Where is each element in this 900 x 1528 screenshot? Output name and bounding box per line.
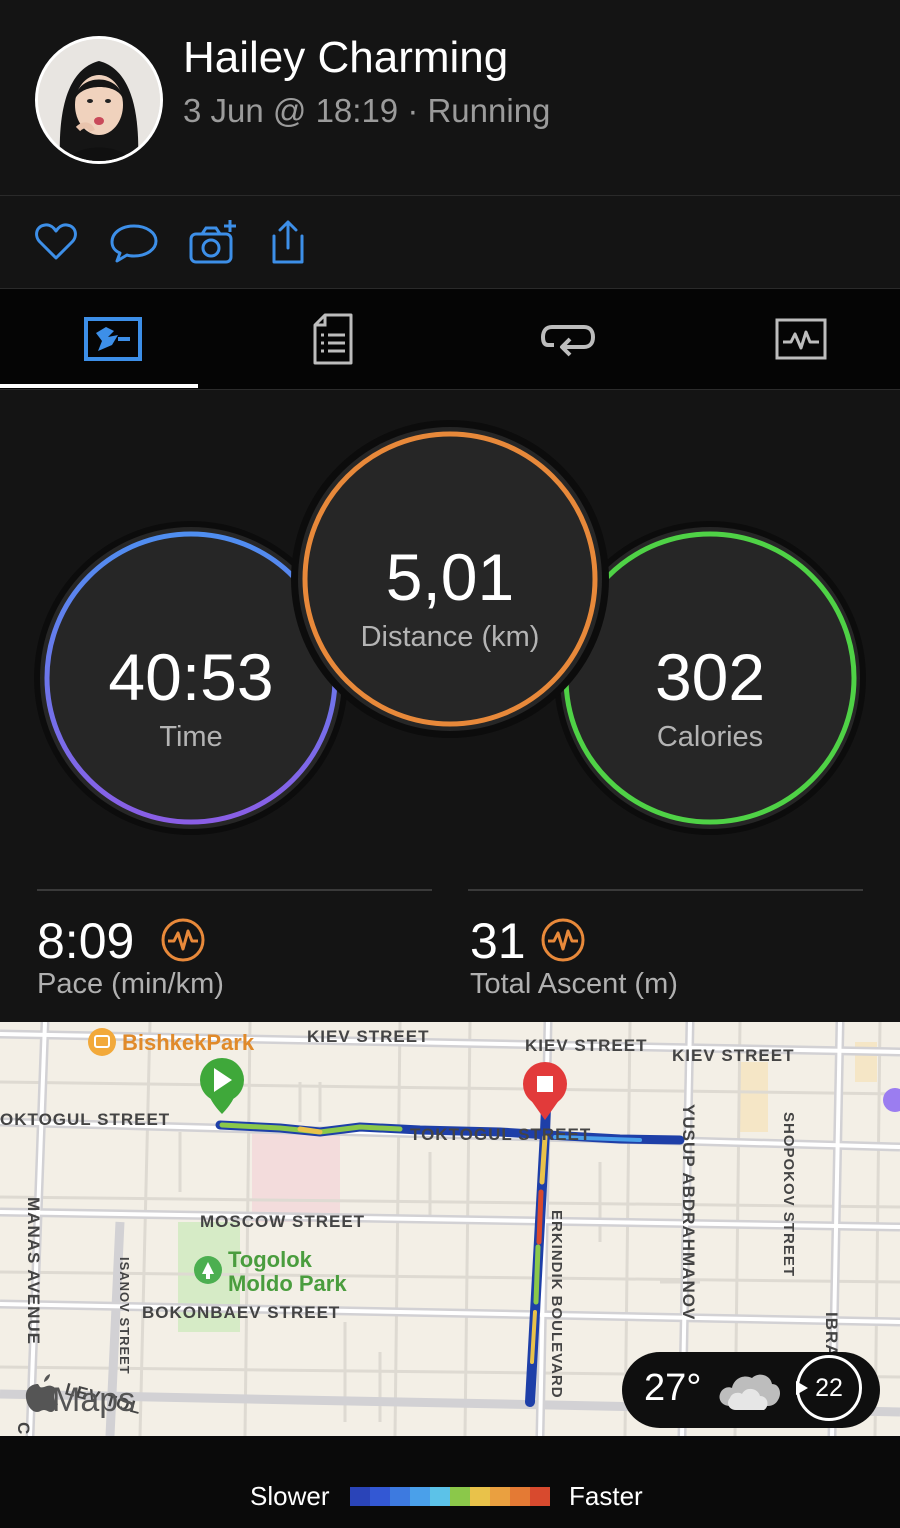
pace-label: Pace (min/km) bbox=[37, 968, 224, 1000]
stats-panel: 40:53 Time 302 Calories 5,01 Distance (k… bbox=[0, 390, 900, 1022]
street-label: SHOPOKOV STREET bbox=[780, 1112, 797, 1277]
bishkek-park-pin-icon bbox=[88, 1028, 116, 1056]
legend-segment bbox=[350, 1487, 370, 1506]
comment-icon[interactable] bbox=[109, 218, 158, 266]
distance-ring: 5,01 Distance (km) bbox=[298, 427, 602, 731]
park-pin-icon bbox=[194, 1256, 222, 1284]
time-ring: 40:53 Time bbox=[40, 527, 342, 829]
temperature: 27° bbox=[644, 1367, 702, 1409]
avatar-portrait bbox=[38, 39, 160, 161]
place-label: Moldo Park bbox=[228, 1271, 347, 1296]
street-label: ISANOV STREET bbox=[117, 1257, 132, 1375]
street-label: MOSCOW STREET bbox=[200, 1212, 365, 1231]
divider bbox=[37, 889, 432, 891]
activity-tabs bbox=[0, 289, 900, 391]
street-label: IBRA bbox=[822, 1312, 841, 1358]
street-label: C bbox=[14, 1422, 33, 1435]
street-label: OKTOGUL STREET bbox=[0, 1110, 170, 1129]
calories-ring: 302 Calories bbox=[560, 527, 860, 829]
add-photo-icon[interactable] bbox=[188, 218, 236, 266]
legend-color-scale bbox=[350, 1487, 550, 1506]
calories-label: Calories bbox=[656, 721, 764, 753]
street-label: KIEV STREET bbox=[307, 1027, 429, 1046]
wind-speed: 22 bbox=[815, 1374, 843, 1402]
pace-value: 8:09 bbox=[37, 913, 135, 969]
wind-indicator: 22 bbox=[796, 1355, 862, 1421]
legend-slower: Slower bbox=[250, 1481, 330, 1511]
ascent-metric-icon[interactable] bbox=[540, 917, 586, 968]
street-label: KIEV STREET bbox=[672, 1046, 794, 1065]
overview-icon bbox=[83, 317, 142, 361]
legend-segment bbox=[390, 1487, 410, 1506]
charts-icon bbox=[775, 318, 826, 360]
street-label: ERKINDIK BOULEVARD bbox=[548, 1210, 565, 1399]
weather-badge[interactable]: 27° 22 bbox=[622, 1352, 880, 1428]
legend-faster: Faster bbox=[569, 1481, 643, 1511]
user-name[interactable]: Hailey Charming bbox=[183, 33, 508, 83]
active-tab-indicator bbox=[0, 384, 198, 388]
legend-segment bbox=[410, 1487, 430, 1506]
divider bbox=[468, 889, 863, 891]
activity-date-type: 3 Jun @ 18:19 · Running bbox=[183, 92, 551, 129]
tab-details[interactable] bbox=[220, 289, 445, 389]
details-icon bbox=[313, 313, 352, 365]
action-bar bbox=[0, 196, 900, 289]
activity-header: Hailey Charming 3 Jun @ 18:19 · Running bbox=[0, 0, 900, 196]
heart-icon[interactable] bbox=[32, 218, 80, 266]
route-map[interactable]: KIEV STREET KIEV STREET KIEV STREET OKTO… bbox=[0, 1022, 900, 1436]
cloud-icon bbox=[719, 1374, 780, 1410]
calories-value: 302 bbox=[654, 640, 766, 714]
street-label: TOKTOGUL STREET bbox=[410, 1125, 591, 1144]
legend-segment bbox=[430, 1487, 450, 1506]
distance-label: Distance (km) bbox=[360, 621, 540, 653]
legend-segment bbox=[510, 1487, 530, 1506]
legend-segment bbox=[490, 1487, 510, 1506]
maps-watermark: Maps bbox=[52, 1381, 135, 1419]
laps-icon bbox=[540, 325, 595, 357]
time-value: 40:53 bbox=[108, 640, 274, 714]
place-label: Togolok bbox=[228, 1247, 313, 1272]
avatar[interactable] bbox=[35, 36, 163, 164]
pace-legend: Slower Faster bbox=[0, 1436, 900, 1528]
place-label: BishkekPark bbox=[122, 1030, 255, 1055]
street-label: KIEV STREET bbox=[525, 1036, 647, 1055]
street-label: BOKONBAEV STREET bbox=[142, 1303, 340, 1322]
tab-overview[interactable] bbox=[0, 289, 225, 389]
street-label: YUSUP ABDRAHMANOV bbox=[679, 1104, 698, 1320]
distance-value: 5,01 bbox=[385, 540, 515, 614]
street-label: MANAS AVENUE bbox=[24, 1197, 43, 1345]
ascent-label: Total Ascent (m) bbox=[470, 968, 678, 1000]
legend-segment bbox=[530, 1487, 550, 1506]
legend-segment bbox=[450, 1487, 470, 1506]
pace-metric-icon[interactable] bbox=[160, 917, 206, 968]
legend-segment bbox=[470, 1487, 490, 1506]
time-label: Time bbox=[159, 721, 223, 753]
tab-charts[interactable] bbox=[688, 289, 900, 389]
tab-laps[interactable] bbox=[455, 289, 680, 389]
share-icon[interactable] bbox=[266, 218, 314, 266]
legend-segment bbox=[370, 1487, 390, 1506]
ascent-value: 31 bbox=[470, 913, 526, 969]
